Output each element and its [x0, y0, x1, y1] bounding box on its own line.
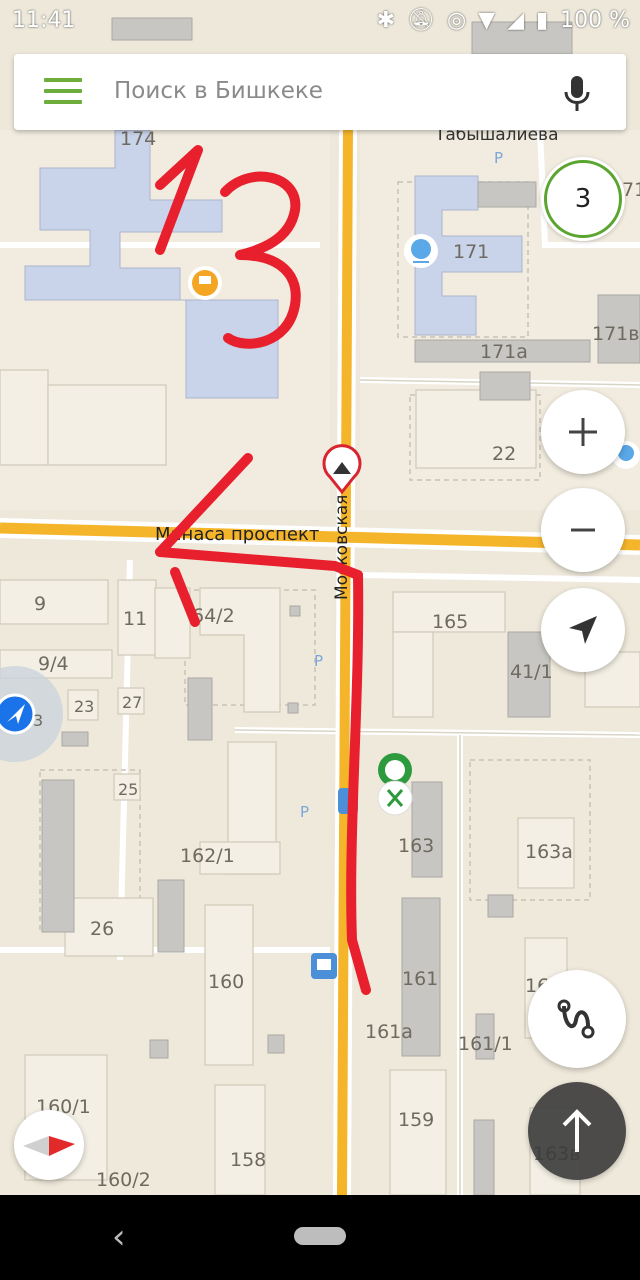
parking-label: P	[314, 652, 323, 670]
status-bar: 11:41 ✱ 🔕︎ ◎ ▼ ◢ ▮ 100 %	[0, 0, 640, 44]
status-icons: ✱ 🔕︎ ◎ ▼ ◢ ▮ 100 %	[377, 8, 630, 33]
building-label: 171	[453, 241, 489, 263]
zoom-out-icon	[571, 528, 595, 532]
mute-icon: 🔕︎	[407, 8, 435, 33]
location-icon: ◎	[446, 8, 467, 33]
building-label: 25	[118, 780, 138, 799]
route-icon	[557, 999, 595, 1039]
fountain-poi-icon[interactable]	[188, 266, 222, 300]
signal-icon: ◢	[507, 8, 524, 33]
building-label: 161а	[365, 1021, 413, 1043]
search-input[interactable]: Поиск в Бишкеке	[114, 78, 323, 104]
building-label: 158	[230, 1149, 266, 1171]
building-label: 160/2	[96, 1169, 151, 1191]
building-label: 161/1	[458, 1033, 513, 1055]
compass-icon	[23, 1136, 75, 1156]
menu-icon[interactable]	[44, 78, 82, 106]
system-nav-bar: ‹	[0, 1195, 640, 1280]
building-label: 3	[33, 711, 43, 730]
search-bar[interactable]: Поиск в Бишкеке	[14, 54, 626, 130]
building-label: 23	[74, 697, 94, 716]
status-time: 11:41	[12, 8, 76, 33]
building-label: 9	[34, 593, 46, 615]
building-label: 41/1	[510, 661, 553, 683]
building-label: 22	[492, 443, 516, 465]
building-label: 162/1	[180, 845, 235, 867]
back-button[interactable]: ‹	[112, 1217, 126, 1257]
mic-icon[interactable]	[564, 74, 590, 112]
parking-label: P	[494, 149, 503, 167]
building-label: 161	[402, 968, 438, 990]
building-label: 26	[90, 918, 114, 940]
building-label: 163а	[525, 841, 573, 863]
bus-stop-icon[interactable]	[311, 953, 337, 979]
building-label: 165	[432, 611, 468, 633]
building-label: 159	[398, 1109, 434, 1131]
building-label: 27	[122, 693, 142, 712]
battery-percent: 100 %	[560, 8, 630, 33]
building-label: 174	[120, 128, 156, 150]
navigation-up-icon	[562, 1109, 592, 1152]
zoom-out-button[interactable]	[541, 488, 625, 572]
locate-arrow-icon	[569, 616, 597, 644]
route-button[interactable]	[528, 970, 626, 1068]
user-location-icon	[0, 693, 36, 735]
building-label: 160	[208, 971, 244, 993]
traffic-level-value: 3	[544, 160, 622, 238]
building-label: 163	[398, 835, 434, 857]
bluetooth-icon: ✱	[376, 8, 396, 33]
zoom-in-icon	[569, 418, 597, 446]
building-label: 11	[123, 608, 147, 630]
zoom-in-button[interactable]	[541, 390, 625, 474]
building-label: 171а	[480, 341, 528, 363]
building-label: 9/4	[38, 653, 69, 675]
home-button[interactable]	[294, 1227, 346, 1245]
parking-label: P	[300, 803, 309, 821]
battery-icon: ▮	[536, 8, 549, 33]
locate-button[interactable]	[541, 588, 625, 672]
globe-poi-icon[interactable]	[404, 234, 438, 268]
navigation-button[interactable]	[528, 1082, 626, 1180]
building-label: 171в	[592, 323, 639, 345]
street-label-moskovskaya: Московская	[332, 495, 352, 600]
traffic-level-button[interactable]: 3	[541, 157, 625, 241]
compass-button[interactable]	[14, 1110, 84, 1180]
wifi-icon: ▼	[478, 8, 496, 33]
